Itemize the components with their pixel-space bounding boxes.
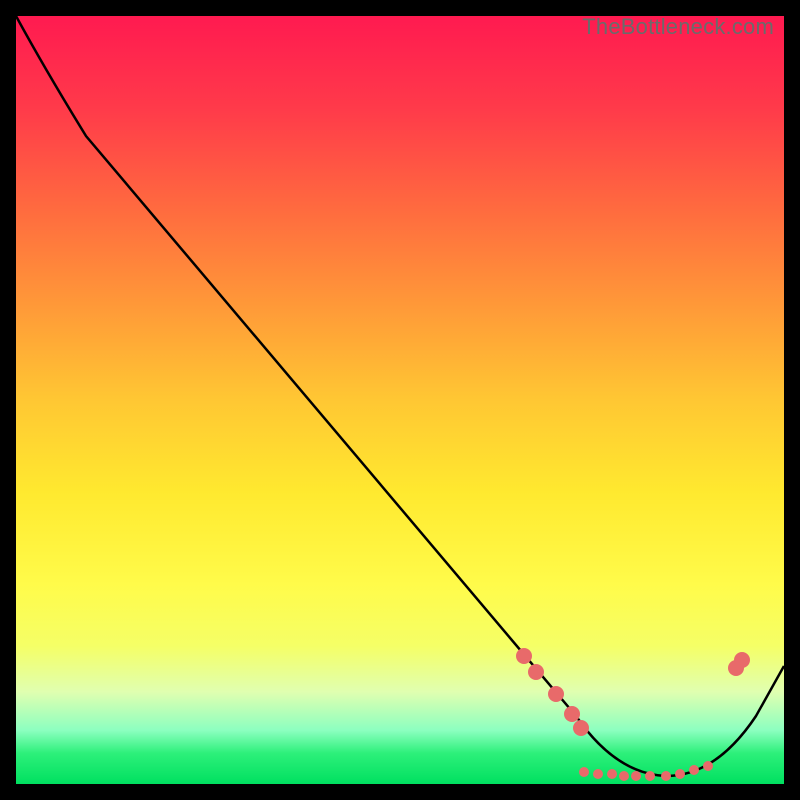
curve-marker [675, 769, 685, 779]
chart-svg [16, 16, 784, 784]
curve-marker [689, 765, 699, 775]
curve-marker [645, 771, 655, 781]
curve-marker [607, 769, 617, 779]
curve-line [16, 16, 784, 776]
curve-marker [703, 761, 713, 771]
curve-marker [593, 769, 603, 779]
curve-marker [579, 767, 589, 777]
chart-frame: TheBottleneck.com [16, 16, 784, 784]
curve-marker [631, 771, 641, 781]
curve-marker [548, 686, 564, 702]
curve-marker [564, 706, 580, 722]
curve-marker [573, 720, 589, 736]
curve-marker [516, 648, 532, 664]
curve-marker [661, 771, 671, 781]
curve-marker [734, 652, 750, 668]
curve-marker [619, 771, 629, 781]
curve-marker [528, 664, 544, 680]
